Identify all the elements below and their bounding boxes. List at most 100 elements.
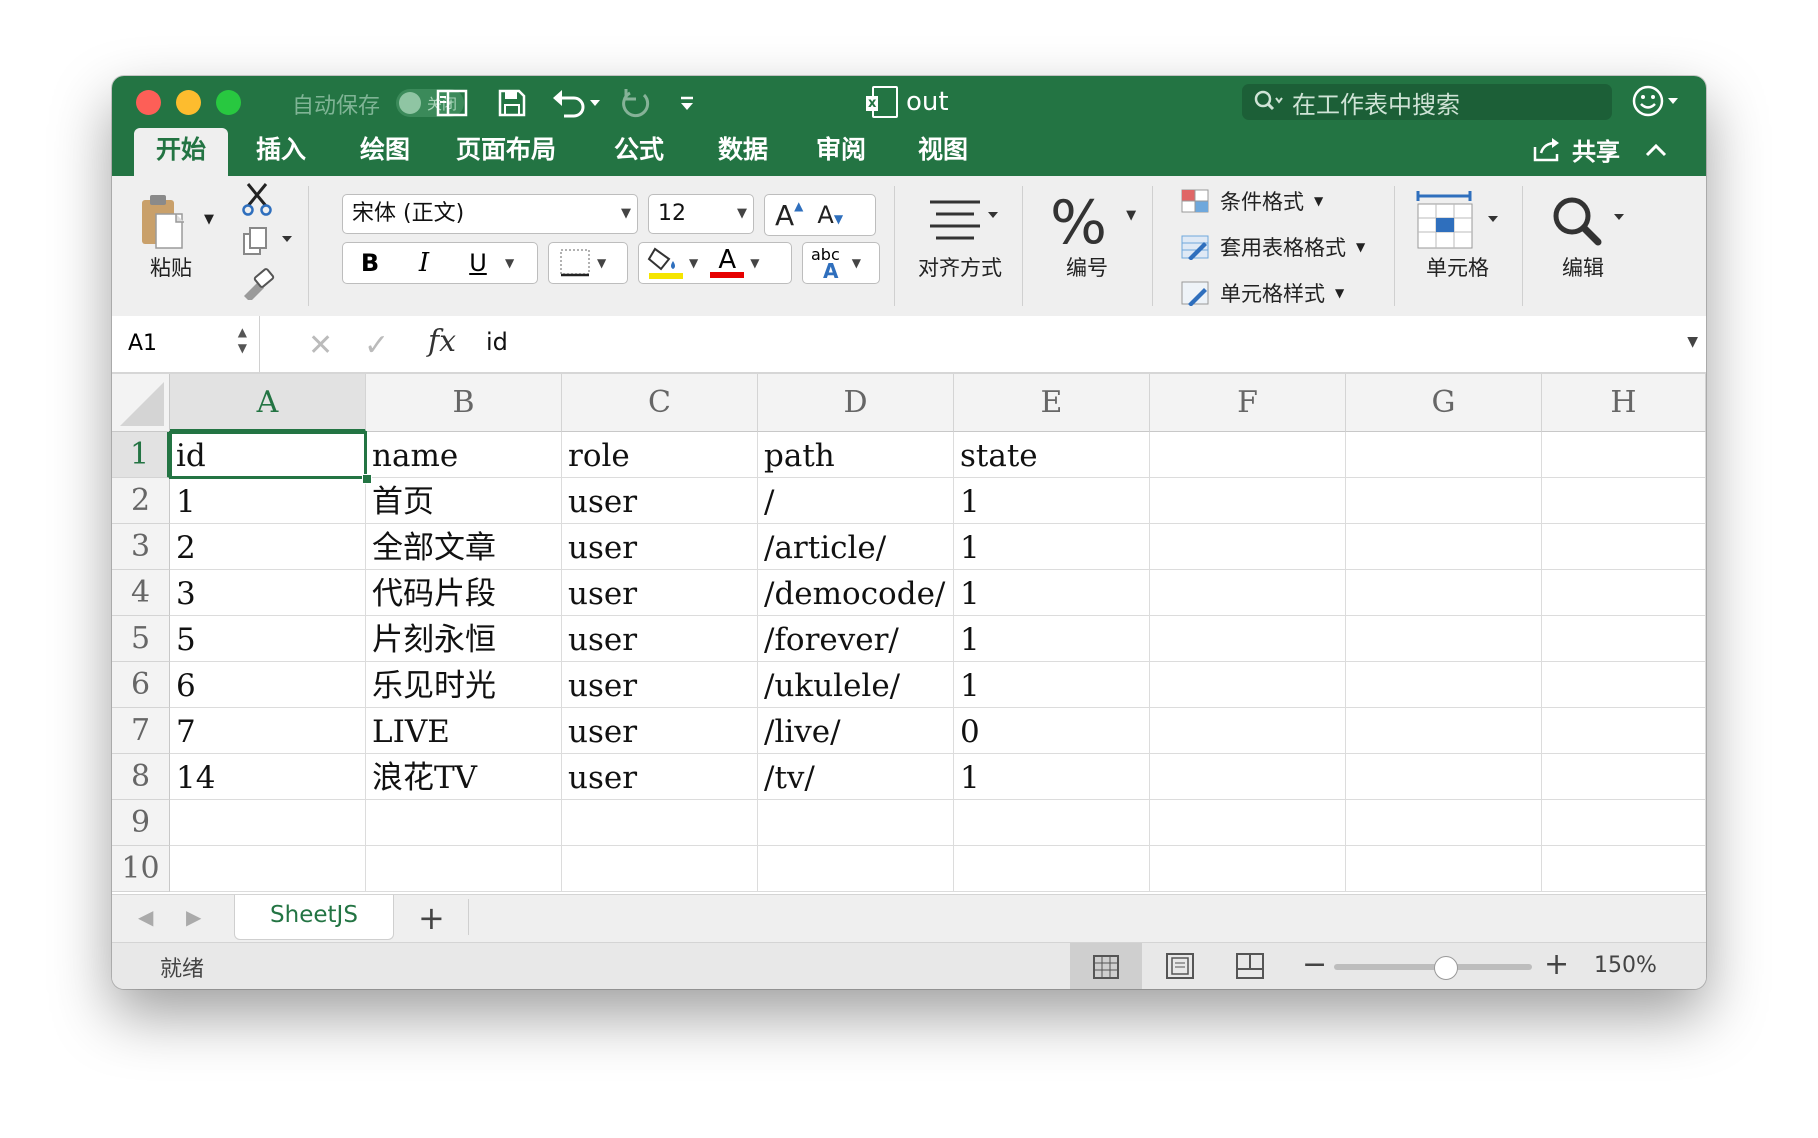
cell-c2[interactable]: user [562,478,758,524]
column-header-a[interactable]: A [170,374,366,432]
grow-font-button[interactable]: A▲ [775,199,803,232]
cell-e10[interactable] [954,846,1150,892]
cell-b9[interactable] [366,800,562,846]
cell-c7[interactable]: user [562,708,758,754]
tab-data[interactable]: 数据 [696,128,790,176]
cell-e9[interactable] [954,800,1150,846]
bold-button[interactable]: B [343,249,397,277]
cell-c3[interactable]: user [562,524,758,570]
column-header-h[interactable]: H [1542,374,1706,432]
cell-h7[interactable] [1542,708,1706,754]
alignment-button[interactable] [924,196,1000,249]
cell-a1[interactable]: id [170,432,366,478]
cell-d5[interactable]: /forever/ [758,616,954,662]
close-window-button[interactable] [136,90,161,115]
cell-f8[interactable] [1150,754,1346,800]
cell-d2[interactable]: / [758,478,954,524]
phonetic-button[interactable]: abc A ▼ [802,242,880,284]
cell-d10[interactable] [758,846,954,892]
cell-g10[interactable] [1346,846,1542,892]
name-box[interactable]: A1 ▲ ▼ [112,316,260,372]
column-header-g[interactable]: G [1346,374,1542,432]
next-sheet-icon[interactable]: ▶ [186,905,201,929]
chevron-down-icon[interactable]: ▼ [689,256,698,270]
page-break-view-button[interactable] [1236,953,1264,983]
cell-a9[interactable] [170,800,366,846]
row-header-5[interactable]: 5 [112,616,170,662]
row-header-3[interactable]: 3 [112,524,170,570]
cell-styles-button[interactable]: 单元格样式 ▼ [1180,278,1344,308]
formula-input[interactable]: id [486,328,508,356]
cell-h3[interactable] [1542,524,1706,570]
customize-toolbar-icon[interactable] [672,86,702,120]
sidebar-toggle-icon[interactable] [432,86,472,120]
tab-review[interactable]: 审阅 [794,128,888,176]
confirm-entry-icon[interactable]: ✓ [364,328,389,363]
redo-icon[interactable] [617,86,657,120]
expand-formula-bar-icon[interactable]: ▼ [1687,334,1698,350]
row-header-4[interactable]: 4 [112,570,170,616]
cancel-entry-icon[interactable]: ✕ [308,328,333,363]
cell-c4[interactable]: user [562,570,758,616]
number-format-button[interactable]: % ▼ [1050,188,1136,258]
cut-icon[interactable] [240,182,274,221]
cell-f9[interactable] [1150,800,1346,846]
column-header-e[interactable]: E [954,374,1150,432]
cell-g3[interactable] [1346,524,1542,570]
row-header-8[interactable]: 8 [112,754,170,800]
cell-c10[interactable] [562,846,758,892]
cell-b2[interactable]: 首页 [366,478,562,524]
cell-b6[interactable]: 乐见时光 [366,662,562,708]
tab-page-layout[interactable]: 页面布局 [434,128,578,176]
format-painter-icon[interactable] [240,268,276,305]
cell-b3[interactable]: 全部文章 [366,524,562,570]
italic-button[interactable]: I [397,248,451,278]
sheet-tab-sheetjs[interactable]: SheetJS [234,895,394,940]
cell-h5[interactable] [1542,616,1706,662]
row-header-9[interactable]: 9 [112,800,170,846]
cell-h2[interactable] [1542,478,1706,524]
cell-f5[interactable] [1150,616,1346,662]
cell-a3[interactable]: 2 [170,524,366,570]
zoom-slider-thumb[interactable] [1434,956,1458,980]
insert-function-button[interactable]: fx [428,324,456,359]
cell-b7[interactable]: LIVE [366,708,562,754]
conditional-format-button[interactable]: 条件格式 ▼ [1180,186,1323,216]
cell-a7[interactable]: 7 [170,708,366,754]
chevron-down-icon[interactable]: ▼ [505,256,514,270]
cell-a8[interactable]: 14 [170,754,366,800]
cell-f4[interactable] [1150,570,1346,616]
select-all-corner[interactable] [112,374,170,432]
paste-dropdown-icon[interactable]: ▼ [204,212,214,227]
normal-view-button[interactable] [1070,943,1142,989]
paste-button[interactable] [138,192,188,257]
column-header-b[interactable]: B [366,374,562,432]
cell-d8[interactable]: /tv/ [758,754,954,800]
name-box-stepper-icon[interactable]: ▲ ▼ [238,310,247,356]
cell-g7[interactable] [1346,708,1542,754]
cell-h4[interactable] [1542,570,1706,616]
zoom-in-button[interactable]: + [1544,947,1569,982]
editing-button[interactable] [1550,194,1630,255]
cell-b5[interactable]: 片刻永恒 [366,616,562,662]
cell-g4[interactable] [1346,570,1542,616]
cell-h8[interactable] [1542,754,1706,800]
cell-g5[interactable] [1346,616,1542,662]
cell-d3[interactable]: /article/ [758,524,954,570]
font-name-select[interactable]: 宋体 (正文) ▼ [342,194,638,234]
cell-c5[interactable]: user [562,616,758,662]
feedback-smiley-icon[interactable] [1632,84,1680,126]
cell-a6[interactable]: 6 [170,662,366,708]
borders-button[interactable]: ▼ [548,242,628,284]
cell-e4[interactable]: 1 [954,570,1150,616]
cell-b1[interactable]: name [366,432,562,478]
chevron-down-icon[interactable]: ▼ [750,256,759,270]
cell-e8[interactable]: 1 [954,754,1150,800]
cell-c8[interactable]: user [562,754,758,800]
cell-f6[interactable] [1150,662,1346,708]
row-header-7[interactable]: 7 [112,708,170,754]
fill-color-icon[interactable] [645,245,687,281]
format-as-table-button[interactable]: 套用表格格式 ▼ [1180,232,1365,262]
cell-b4[interactable]: 代码片段 [366,570,562,616]
cell-a5[interactable]: 5 [170,616,366,662]
